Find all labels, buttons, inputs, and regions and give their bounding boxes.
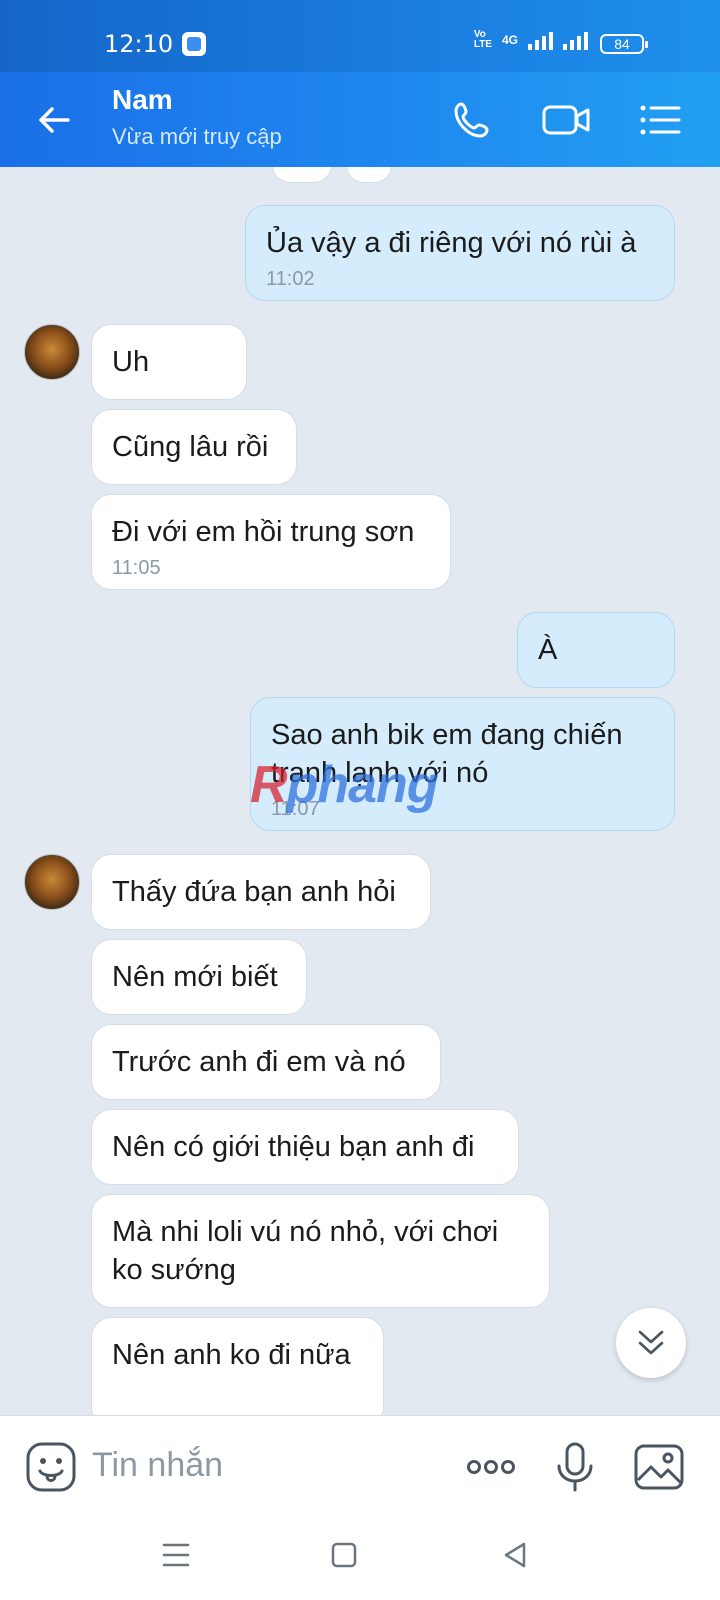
- system-navigation-bar: [0, 1515, 720, 1600]
- message-bubble-incoming[interactable]: Đi với em hồi trung sơn 11:05: [91, 494, 451, 590]
- message-text: Ủa vậy a đi riêng với nó rùi à: [266, 227, 637, 259]
- message-text: Nên có giới thiệu bạn anh đi: [112, 1131, 475, 1163]
- message-bubble-outgoing[interactable]: À: [517, 612, 675, 688]
- notification-app-icon: [182, 32, 206, 56]
- reaction-chip[interactable]: [272, 167, 332, 183]
- message-bubble-incoming[interactable]: Cũng lâu rồi: [91, 409, 297, 485]
- phone-icon[interactable]: [446, 94, 498, 146]
- contact-avatar[interactable]: [24, 324, 80, 380]
- last-seen-status: Vừa mới truy cập: [112, 124, 282, 149]
- reaction-chip[interactable]: [346, 167, 392, 183]
- message-text: À: [538, 634, 558, 666]
- message-text: Nên anh ko đi nữa: [112, 1339, 351, 1371]
- message-list[interactable]: Ủa vậy a đi riêng với nó rùi à 11:02 Uh …: [0, 167, 720, 1415]
- message-text: Thấy đứa bạn anh hỏi: [112, 876, 396, 908]
- contact-name[interactable]: Nam: [112, 84, 173, 116]
- message-bubble-incoming[interactable]: Nên có giới thiệu bạn anh đi: [91, 1109, 519, 1185]
- message-text: Mà nhi loli vú nó nhỏ, với chơi ko sướng: [112, 1216, 499, 1286]
- signal-icon-sim1: [528, 30, 553, 50]
- message-text: Đi với em hồi trung sơn: [112, 516, 415, 548]
- message-text: Uh: [112, 346, 150, 378]
- message-bubble-incoming[interactable]: Nên anh ko đi nữa: [91, 1317, 384, 1415]
- battery-icon: 84: [600, 34, 648, 54]
- watermark-text-red: R: [250, 756, 288, 814]
- message-text: Cũng lâu rồi: [112, 431, 269, 463]
- double-chevron-down-icon: [638, 1330, 664, 1355]
- microphone-icon[interactable]: [548, 1440, 602, 1494]
- network-type: 4G: [501, 33, 518, 47]
- volte-icon: Vo LTE: [473, 29, 492, 50]
- message-bubble-incoming[interactable]: Trước anh đi em và nó: [91, 1024, 441, 1100]
- message-input[interactable]: Tin nhắn: [92, 1446, 223, 1485]
- sticker-emoji-icon[interactable]: [24, 1440, 78, 1494]
- contact-avatar[interactable]: [24, 854, 80, 910]
- scroll-to-bottom-button[interactable]: [616, 1308, 686, 1378]
- video-call-icon[interactable]: [540, 94, 592, 146]
- message-text: Nên mới biết: [112, 961, 278, 993]
- watermark-logo: Rphang: [250, 755, 439, 815]
- signal-icon-sim2: [563, 30, 588, 50]
- image-gallery-icon[interactable]: [632, 1440, 686, 1494]
- back-triangle-icon[interactable]: [496, 1535, 536, 1575]
- back-arrow-icon[interactable]: [30, 96, 78, 144]
- status-time: 12:10: [104, 30, 174, 58]
- message-bubble-outgoing[interactable]: Ủa vậy a đi riêng với nó rùi à 11:02: [245, 205, 675, 301]
- message-bubble-incoming[interactable]: Thấy đứa bạn anh hỏi: [91, 854, 431, 930]
- message-time: 11:05: [112, 557, 161, 579]
- recent-apps-icon[interactable]: [156, 1535, 196, 1575]
- message-bubble-incoming[interactable]: Mà nhi loli vú nó nhỏ, với chơi ko sướng: [91, 1194, 550, 1308]
- more-options-icon[interactable]: [464, 1440, 518, 1494]
- message-composer: Tin nhắn: [0, 1415, 720, 1515]
- message-time: 11:02: [266, 268, 315, 290]
- message-bubble-incoming[interactable]: Nên mới biết: [91, 939, 307, 1015]
- message-bubble-incoming[interactable]: Uh: [91, 324, 247, 400]
- watermark-text-blue: phang: [286, 756, 439, 814]
- home-icon[interactable]: [324, 1535, 364, 1575]
- menu-list-icon[interactable]: [634, 94, 686, 146]
- status-bar: 12:10 Vo LTE 4G 84: [0, 0, 720, 72]
- message-text: Trước anh đi em và nó: [112, 1046, 406, 1078]
- chat-header: Nam Vừa mới truy cập: [0, 72, 720, 167]
